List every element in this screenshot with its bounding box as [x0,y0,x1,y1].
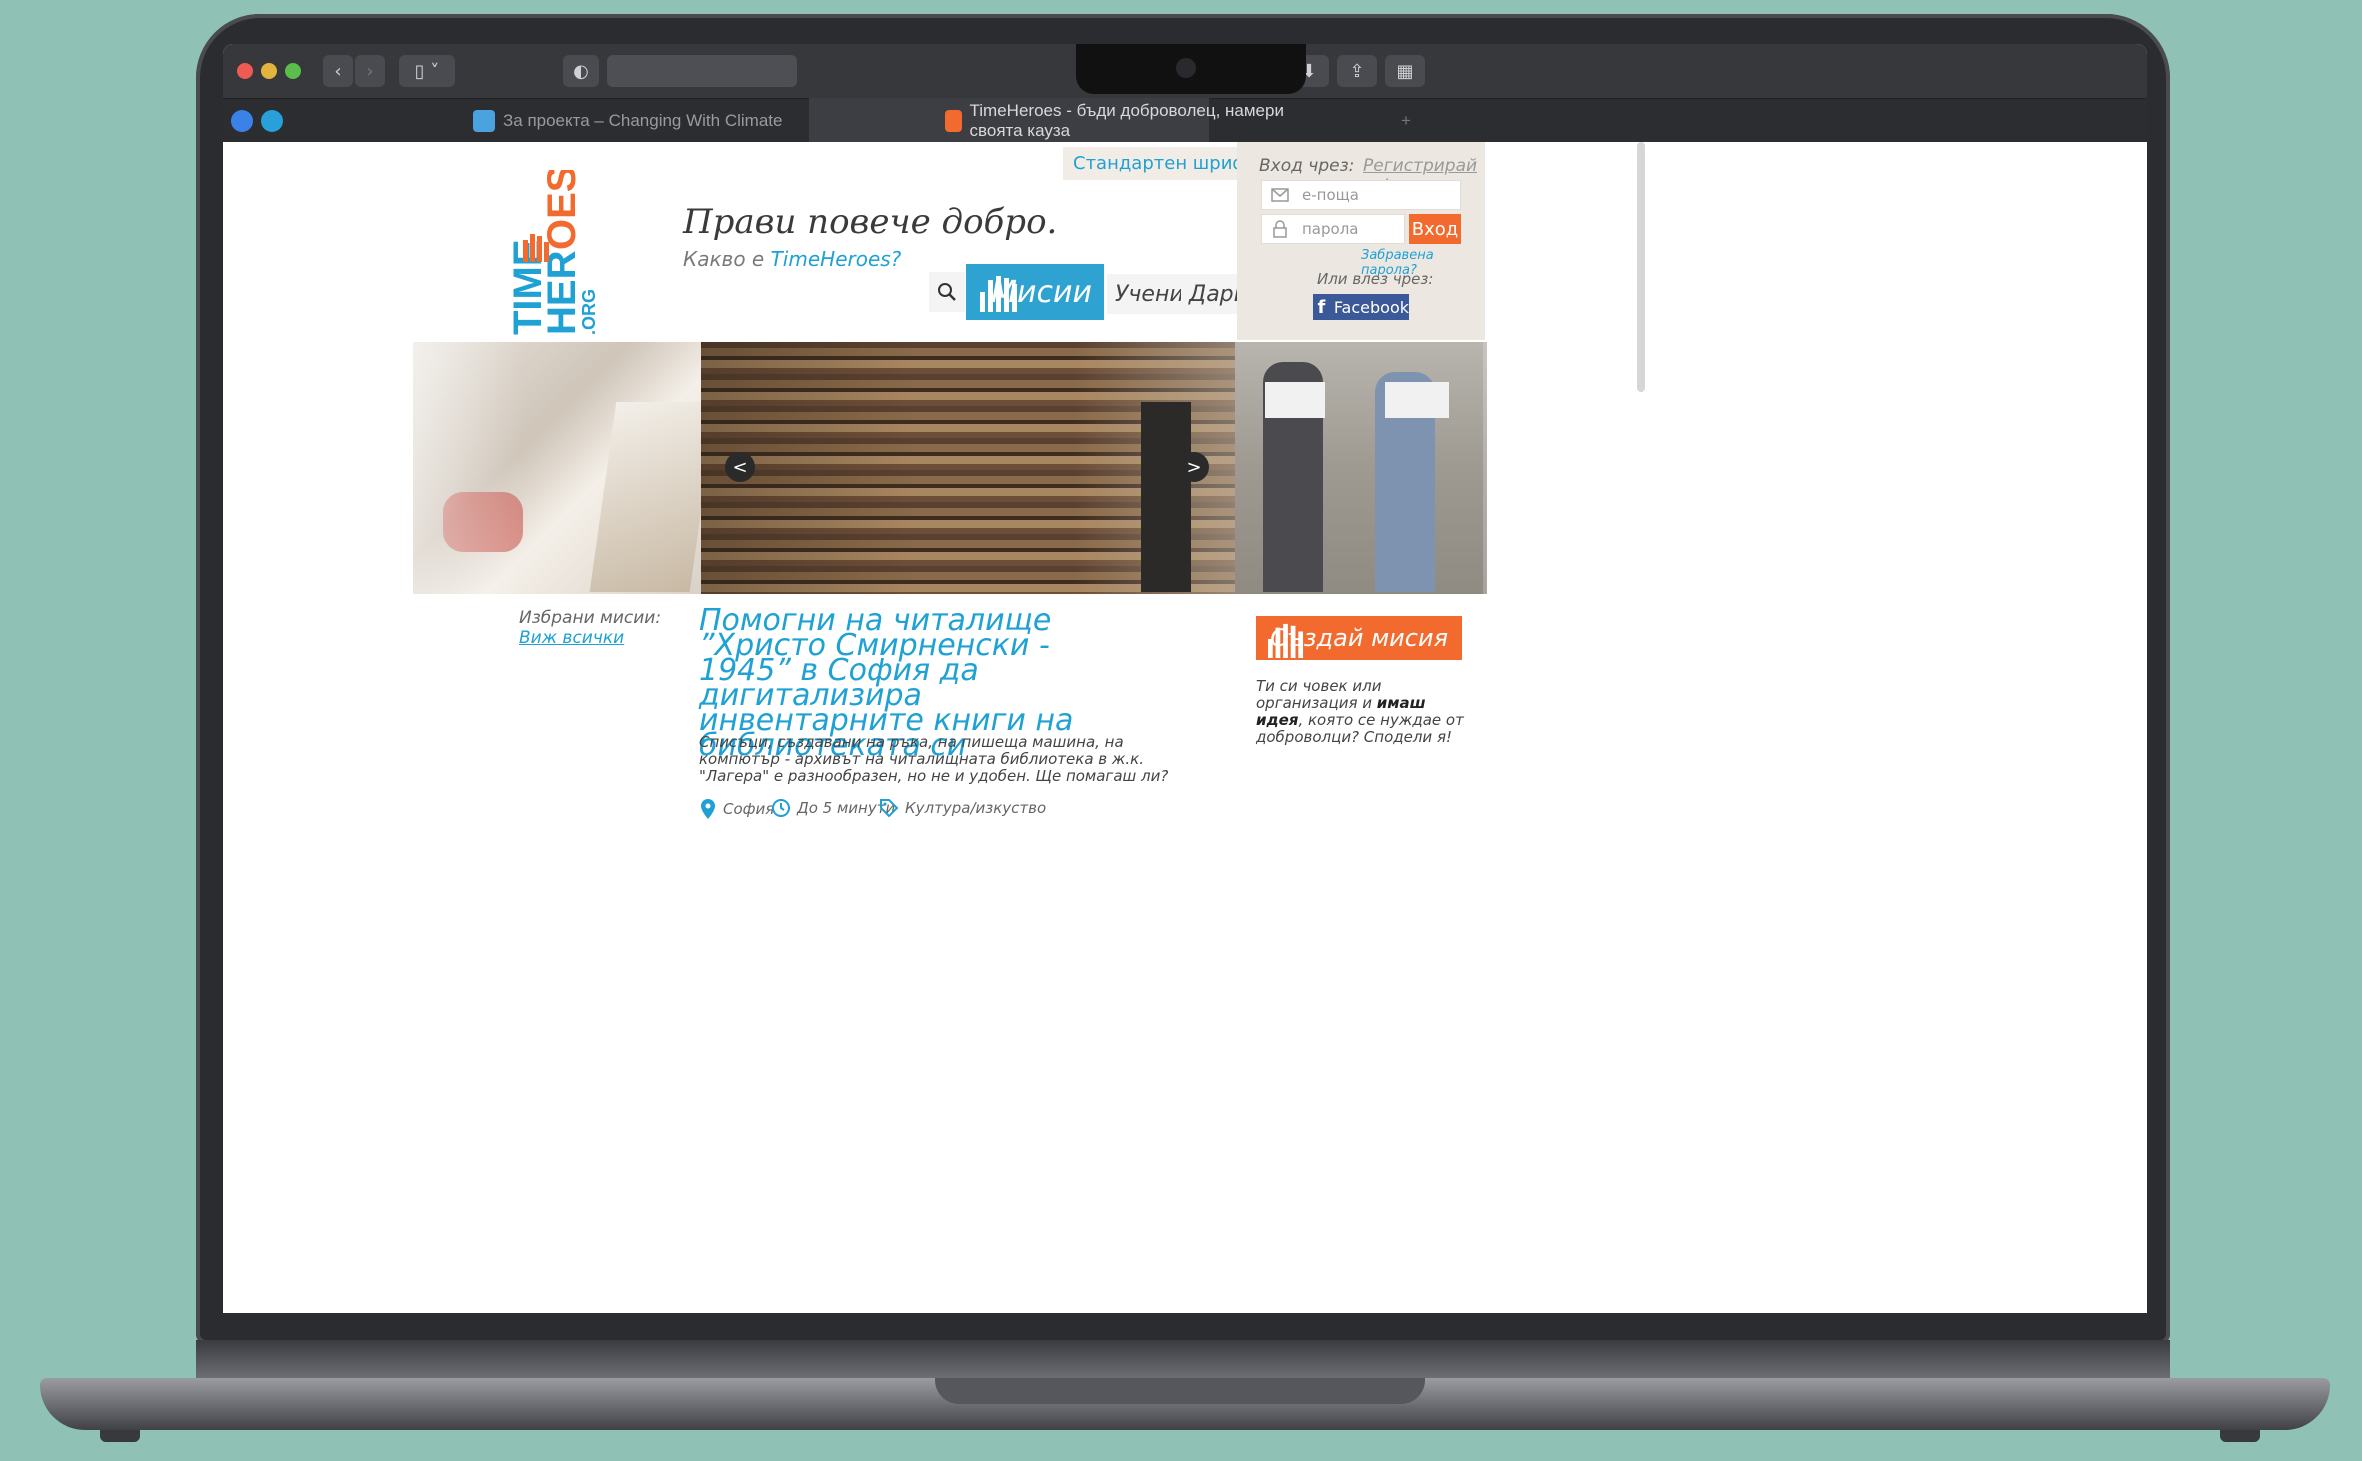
tagline: Прави повече добро. [683,202,1058,242]
search-button[interactable] [929,272,965,312]
timeheroes-logo[interactable]: TIME HER OES .ORG [503,170,623,340]
plus-icon: + [1401,111,1411,130]
mission-location: София [699,798,774,820]
sidebar-icon: ▯ ˅ [414,60,440,82]
page-scrollbar[interactable] [1637,142,1645,392]
clock-icon [772,799,790,817]
carousel-prev-button[interactable]: < [725,452,755,482]
carousel-fade-left [223,342,523,594]
password-input[interactable]: парола [1261,214,1405,244]
tab-title: За проекта – Changing With Climate [503,111,783,130]
telegram-icon[interactable] [261,110,283,132]
close-window-icon[interactable] [237,63,253,79]
favicon-icon [473,110,495,132]
svg-text:HER: HER [540,250,584,335]
search-icon [938,283,956,301]
new-tab-button[interactable]: + [1401,102,1421,140]
email-placeholder: е-поща [1302,186,1359,204]
hand-icon [1268,623,1304,658]
lock-icon [1273,220,1287,238]
slide-image-poster [1385,382,1449,418]
screen: ‹ › ▯ ˅ ◐ ↻ ⬇ ⇪ ▦ За проекта – Changing … [223,44,2147,1313]
facebook-login-button[interactable]: f Facebook [1313,294,1409,320]
laptop-base-notch [935,1378,1425,1404]
shield-icon: ◐ [573,60,589,82]
carousel-fade-right [1483,342,1603,594]
carousel-slide-active[interactable] [701,342,1235,594]
maximize-window-icon[interactable] [285,63,301,79]
tab-overview-button[interactable]: ▦ [1385,55,1425,87]
share-button[interactable]: ⇪ [1337,55,1377,87]
facebook-label: Facebook [1333,297,1409,317]
laptop-hinge [196,1340,2170,1380]
create-mission-button[interactable]: Създай мисия [1256,616,1462,660]
hand-icon [980,276,1017,312]
mission-category: Култура/изкуство [879,798,1046,818]
what-is-timeheroes-link[interactable]: TimeHeroes? [771,247,902,271]
envelope-icon [1271,188,1289,202]
facebook-icon: f [1317,296,1326,318]
subtag-prefix: Какво е [683,247,765,271]
nav-missions-button[interactable]: Мисии [966,264,1104,320]
svg-text:.ORG: .ORG [579,289,599,335]
tab-title: TimeHeroes - бъди доброволец, намери сво… [969,101,1284,140]
password-placeholder: парола [1302,220,1359,238]
tag-icon [880,799,899,818]
pinned-tabs[interactable] [231,102,291,140]
login-panel: Вход чрез: Регистрирай се! е-поща парола… [1237,142,1485,340]
location-pin-icon [701,799,715,819]
or-login-via-label: Или влез чрез: [1317,270,1434,288]
mission-category-text: Култура/изкуство [905,799,1047,817]
slide-image-poster [1265,382,1325,418]
webpage: TIME HER OES .ORG Стандартен шрифт | BG … [223,142,2147,1313]
carousel-next-button[interactable]: > [1179,452,1209,482]
create-desc-part: Ти си човек или организация и [1256,677,1382,712]
mission-carousel: < > [223,342,2147,594]
subtagline: Какво е TimeHeroes? [683,247,901,271]
carousel-slide-next[interactable] [1235,342,1487,594]
minimize-window-icon[interactable] [261,63,277,79]
see-all-missions-link[interactable]: Виж всички [519,628,624,648]
login-button[interactable]: Вход [1409,214,1461,244]
slide-image-book [589,402,703,592]
share-icon: ⇪ [1349,60,1365,82]
chevron-left-icon: ‹ [334,60,342,82]
slide-image-doorway [1141,402,1191,592]
create-mission-description: Ти си човек или организация и имаш идея,… [1256,678,1466,746]
mission-description: Списъци, създавани на ръка, на пишеща ма… [699,733,1169,785]
timeheroes-favicon-icon [945,110,962,132]
mission-duration: До 5 минути [771,798,895,818]
address-bar-left[interactable] [607,55,797,87]
featured-missions-label: Избрани мисии: [519,608,662,628]
svg-text:OES: OES [540,170,584,250]
pinned-tab-icon[interactable] [231,110,253,132]
forward-button[interactable]: › [355,55,385,87]
privacy-button[interactable]: ◐ [563,55,599,87]
font-toggle-link[interactable]: Стандартен шрифт [1073,153,1258,174]
sidebar-toggle-button[interactable]: ▯ ˅ [399,55,455,87]
laptop-foot [100,1430,140,1442]
back-button[interactable]: ‹ [323,55,353,87]
camera-icon [1176,58,1196,78]
login-title: Вход чрез: [1259,156,1355,176]
camera-notch [1076,44,1306,94]
chevron-right-icon: › [366,60,374,82]
laptop-foot [2220,1430,2260,1442]
grid-icon: ▦ [1396,60,1414,82]
tab-timeheroes[interactable]: TimeHeroes - бъди доброволец, намери сво… [945,101,1285,140]
tab-changing-with-climate[interactable]: За проекта – Changing With Climate [473,102,813,140]
email-input[interactable]: е-поща [1261,180,1461,210]
mission-city: София [723,800,775,818]
